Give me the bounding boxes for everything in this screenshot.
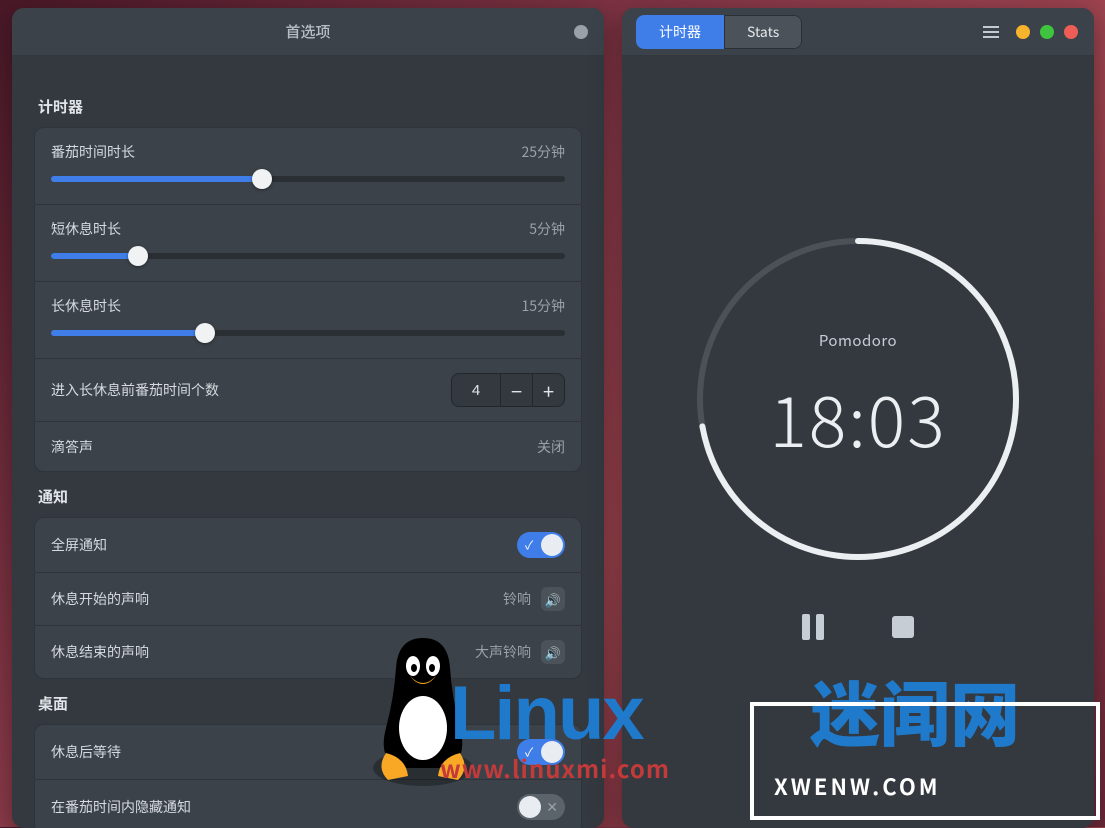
- tab-stats[interactable]: Stats: [724, 15, 802, 49]
- long-break-label: 长休息时长: [51, 296, 121, 316]
- prefs-header[interactable]: 首选项: [12, 8, 604, 56]
- start-sound-label: 休息开始的声响: [51, 589, 149, 609]
- progress-ring[interactable]: Pomodoro 18:03: [688, 229, 1028, 569]
- maximize-icon[interactable]: [1040, 25, 1054, 39]
- long-break-count-label: 进入长休息前番茄时间个数: [51, 380, 219, 400]
- timer-time: 18:03: [769, 367, 946, 468]
- row-hide-notify: 在番茄时间内隐藏通知 ✕: [34, 780, 582, 828]
- pomodoro-duration-slider[interactable]: [51, 176, 565, 182]
- section-notify-title: 通知: [38, 486, 582, 507]
- tab-timer[interactable]: 计时器: [636, 15, 724, 49]
- row-start-sound[interactable]: 休息开始的声响 铃响 🔊: [34, 573, 582, 626]
- stop-icon: [892, 616, 914, 638]
- minimize-icon[interactable]: [1016, 25, 1030, 39]
- hide-notify-label: 在番茄时间内隐藏通知: [51, 797, 191, 817]
- row-long-break-duration: 长休息时长 15分钟: [34, 282, 582, 359]
- card-notify: 全屏通知 ✓ 休息开始的声响 铃响 🔊 休息结束的声响 大声铃响 🔊: [34, 517, 582, 679]
- stop-button[interactable]: [875, 599, 931, 655]
- tick-sound-value: 关闭: [537, 437, 565, 457]
- end-sound-label: 休息结束的声响: [51, 642, 149, 662]
- short-break-value: 5分钟: [529, 219, 565, 239]
- timer-header[interactable]: 计时器 Stats: [622, 8, 1094, 56]
- hide-notify-toggle[interactable]: ✕: [517, 794, 565, 820]
- watermark-linux: Linux: [450, 670, 643, 757]
- start-sound-value: 铃响: [503, 589, 531, 609]
- short-break-slider[interactable]: [51, 253, 565, 259]
- window-controls: [1016, 25, 1078, 39]
- short-break-label: 短休息时长: [51, 219, 121, 239]
- watermark-box: [750, 702, 1100, 820]
- increment-button[interactable]: +: [532, 374, 564, 406]
- pause-button[interactable]: [785, 599, 841, 655]
- row-long-break-count: 进入长休息前番茄时间个数 − +: [34, 359, 582, 422]
- decrement-button[interactable]: −: [500, 374, 532, 406]
- volume-icon[interactable]: 🔊: [541, 640, 565, 664]
- close-icon[interactable]: [1064, 25, 1078, 39]
- row-tick-sound[interactable]: 滴答声 关闭: [34, 422, 582, 472]
- prefs-title: 首选项: [12, 21, 604, 42]
- watermark-box-text: XWENW.COM: [774, 770, 941, 802]
- tick-sound-label: 滴答声: [51, 437, 93, 457]
- timer-tabs: 计时器 Stats: [636, 15, 802, 49]
- row-pomodoro-duration: 番茄时间时长 25分钟: [34, 127, 582, 205]
- volume-icon[interactable]: 🔊: [541, 587, 565, 611]
- row-short-break-duration: 短休息时长 5分钟: [34, 205, 582, 282]
- wait-after-break-label: 休息后等待: [51, 742, 121, 762]
- fullscreen-notify-label: 全屏通知: [51, 535, 107, 555]
- menu-icon[interactable]: [974, 17, 1008, 47]
- pomodoro-duration-value: 25分钟: [521, 142, 565, 162]
- close-icon[interactable]: [574, 25, 588, 39]
- row-fullscreen-notify: 全屏通知 ✓: [34, 517, 582, 573]
- timer-mode-label: Pomodoro: [819, 330, 897, 351]
- pomodoro-duration-label: 番茄时间时长: [51, 142, 135, 162]
- long-break-count-input[interactable]: [452, 376, 500, 405]
- pause-icon: [802, 614, 824, 640]
- section-timer-title: 计时器: [38, 96, 582, 117]
- watermark-url: www.linuxmi.com: [440, 750, 670, 785]
- card-timer: 番茄时间时长 25分钟 短休息时长 5分钟 长休息时长: [34, 127, 582, 472]
- timer-controls: [785, 599, 931, 655]
- long-break-value: 15分钟: [521, 296, 565, 316]
- long-break-count-spin: − +: [451, 373, 565, 407]
- long-break-slider[interactable]: [51, 330, 565, 336]
- fullscreen-notify-toggle[interactable]: ✓: [517, 532, 565, 558]
